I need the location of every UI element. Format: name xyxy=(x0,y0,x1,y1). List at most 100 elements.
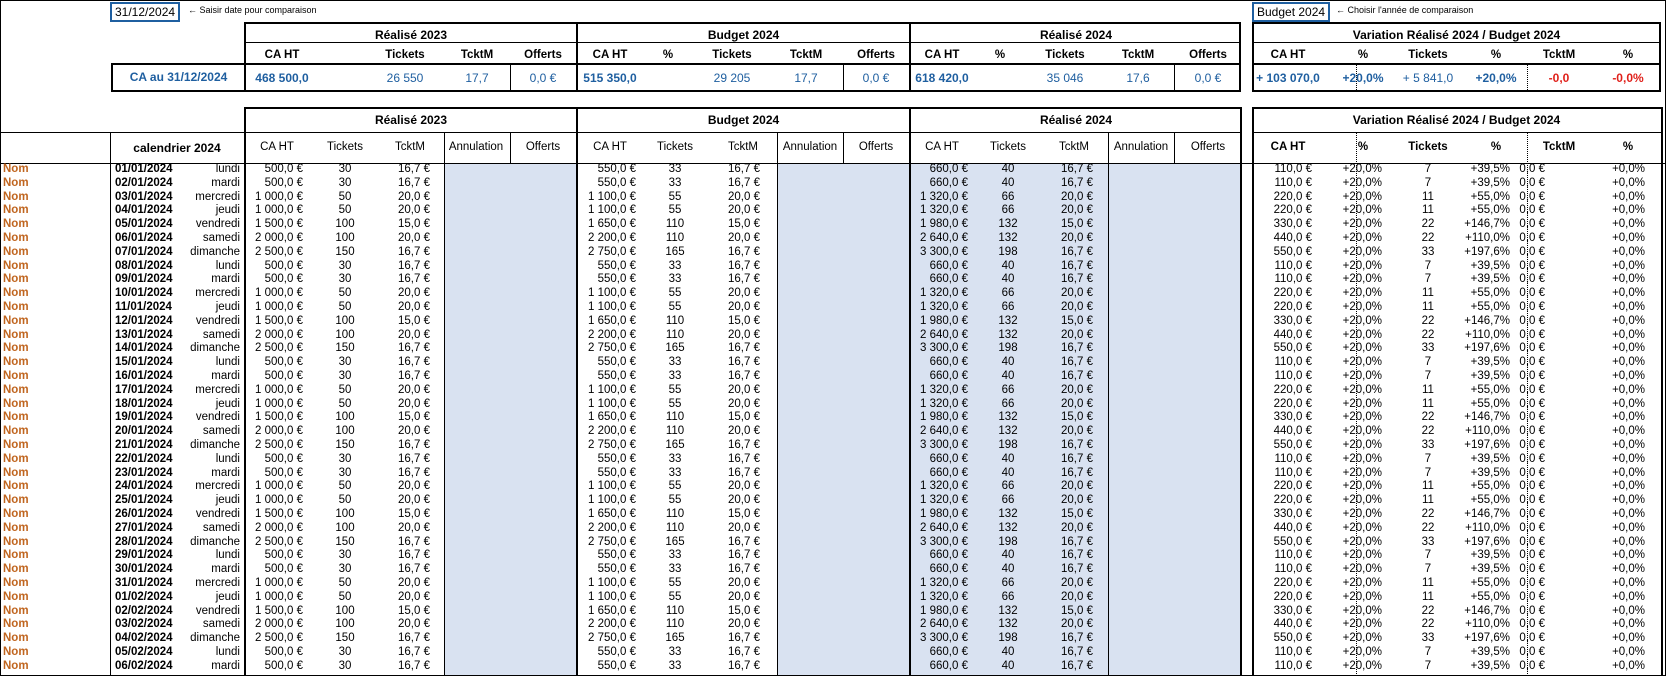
r24-tickets: 132 xyxy=(998,425,1018,438)
var-ca-pct: +20,0% xyxy=(1342,218,1382,231)
r24-tcktm: 16,7 € xyxy=(1061,535,1093,548)
var-ca-pct: +20,0% xyxy=(1342,232,1382,244)
var-tcktm-pct: +0,0% xyxy=(1612,163,1645,175)
row-name: Nom xyxy=(3,466,29,479)
row-name: Nom xyxy=(3,383,29,396)
b24-tcktm: 20,0 € xyxy=(728,328,760,341)
b24-tcktm: 20,0 € xyxy=(728,618,760,631)
var-tcktm-pct: +0,0% xyxy=(1612,383,1645,396)
r24-tcktm: 20,0 € xyxy=(1061,383,1093,396)
r24-ca: 660,0 € xyxy=(929,163,968,175)
r23-ca: 1 000,0 € xyxy=(255,577,303,589)
r24-ca: 1 320,0 € xyxy=(920,577,968,589)
var-ca: 440,0 € xyxy=(1273,232,1312,244)
var-ca: 110,0 € xyxy=(1274,659,1312,672)
r23-tickets: 50 xyxy=(338,287,352,300)
detail-title-r2023: Réalisé 2023 xyxy=(374,113,448,127)
r24-ca: 3 300,0 € xyxy=(920,439,968,451)
r23-tickets: 100 xyxy=(335,618,355,631)
r24-ca: 2 640,0 € xyxy=(920,425,968,438)
row-day: vendredi xyxy=(195,604,240,617)
b24-tickets: 55 xyxy=(668,480,682,493)
r23-tickets: 30 xyxy=(338,466,352,479)
detail-col-var-4: TcktM xyxy=(1542,141,1576,153)
var-ca-pct: +20,0% xyxy=(1342,328,1382,341)
r24-ca: 1 320,0 € xyxy=(920,397,968,410)
r23-ca: 1 000,0 € xyxy=(255,494,303,507)
b24-ca: 1 650,0 € xyxy=(588,314,636,327)
r24-tcktm: 15,0 € xyxy=(1061,508,1093,520)
var-tcktm: 0,0 € xyxy=(1519,604,1545,617)
b24-ca: 2 750,0 € xyxy=(588,439,636,451)
var-tcktm-pct: +0,0% xyxy=(1612,314,1645,327)
var-tcktm: 0,0 € xyxy=(1519,535,1545,548)
b24-ca: 2 200,0 € xyxy=(588,521,636,534)
b24-tickets: 165 xyxy=(665,632,685,645)
var-ca-pct: +20,0% xyxy=(1342,342,1382,355)
row-day: dimanche xyxy=(190,632,240,645)
r24-ca: 660,0 € xyxy=(929,452,968,465)
r24-tcktm: 16,7 € xyxy=(1061,632,1093,645)
var-ca-pct: +20,0% xyxy=(1342,397,1382,410)
var-tcktm-pct: +0,0% xyxy=(1612,494,1645,507)
r23-tcktm: 20,0 € xyxy=(398,425,430,438)
r24-tcktm: 20,0 € xyxy=(1061,328,1093,341)
b24-ca: 1 100,0 € xyxy=(588,590,636,603)
r23-tickets: 30 xyxy=(338,259,352,272)
b24-tickets: 33 xyxy=(668,466,682,479)
b24-ca: 550,0 € xyxy=(597,549,636,562)
r23-tcktm: 20,0 € xyxy=(398,301,430,313)
row-day: vendredi xyxy=(195,508,240,520)
r24-tickets: 132 xyxy=(998,508,1018,520)
r23-ca: 1 000,0 € xyxy=(255,204,303,217)
r23-tcktm: 20,0 € xyxy=(398,590,430,603)
row-name: Nom xyxy=(3,480,29,493)
r24-tickets: 66 xyxy=(1001,494,1015,507)
var-tcktm-pct: +0,0% xyxy=(1612,287,1645,300)
row-day: lundi xyxy=(215,452,240,465)
var-tcktm: 0,0 € xyxy=(1519,204,1545,217)
r24-tcktm: 20,0 € xyxy=(1061,480,1093,493)
b24-ca: 2 200,0 € xyxy=(588,328,636,341)
b24-tcktm: 20,0 € xyxy=(728,190,760,203)
r23-tcktm: 16,7 € xyxy=(398,439,430,451)
var-tcktm-pct: +0,0% xyxy=(1612,425,1645,438)
r23-tickets: 150 xyxy=(335,439,355,451)
r24-tickets: 132 xyxy=(998,218,1018,231)
r23-tcktm: 20,0 € xyxy=(398,383,430,396)
b24-ca: 550,0 € xyxy=(597,452,636,465)
r23-tickets: 100 xyxy=(335,604,355,617)
row-day: mardi xyxy=(211,176,240,189)
var-tcktm-pct: +0,0% xyxy=(1612,273,1645,286)
r24-tcktm: 15,0 € xyxy=(1061,218,1093,231)
row-day: dimanche xyxy=(190,342,240,355)
row-day: vendredi xyxy=(195,218,240,231)
detail-title-var: Variation Réalisé 2024 / Budget 2024 xyxy=(1352,113,1561,127)
row-name: Nom xyxy=(3,163,29,175)
r23-ca: 500,0 € xyxy=(264,563,303,576)
b24-tcktm: 20,0 € xyxy=(728,577,760,589)
row-day: jeudi xyxy=(215,204,240,217)
r23-tcktm: 15,0 € xyxy=(398,508,430,520)
r24-tickets: 66 xyxy=(1001,190,1015,203)
r23-ca: 500,0 € xyxy=(264,549,303,562)
r24-ca: 1 320,0 € xyxy=(920,287,968,300)
var-tcktm-pct: +0,0% xyxy=(1612,301,1645,313)
row-day: samedi xyxy=(202,618,240,631)
b24-tcktm: 16,7 € xyxy=(728,563,760,576)
b24-tcktm: 15,0 € xyxy=(728,604,760,617)
var-tcktm: 0,0 € xyxy=(1519,190,1545,203)
var-tcktm-pct: +0,0% xyxy=(1612,218,1645,231)
b24-ca: 2 200,0 € xyxy=(588,425,636,438)
r23-tcktm: 15,0 € xyxy=(398,218,430,231)
r24-ca: 2 640,0 € xyxy=(920,521,968,534)
var-ca-pct: +20,0% xyxy=(1342,480,1382,493)
b24-tickets: 55 xyxy=(668,577,682,589)
r24-tickets: 198 xyxy=(998,245,1018,258)
var-tcktm: 0,0 € xyxy=(1519,370,1545,382)
r23-ca: 500,0 € xyxy=(264,356,303,369)
r24-tickets: 132 xyxy=(998,411,1018,424)
r24-ca: 660,0 € xyxy=(929,549,968,562)
b24-tickets: 33 xyxy=(668,370,682,382)
var-ca: 220,0 € xyxy=(1273,190,1312,203)
